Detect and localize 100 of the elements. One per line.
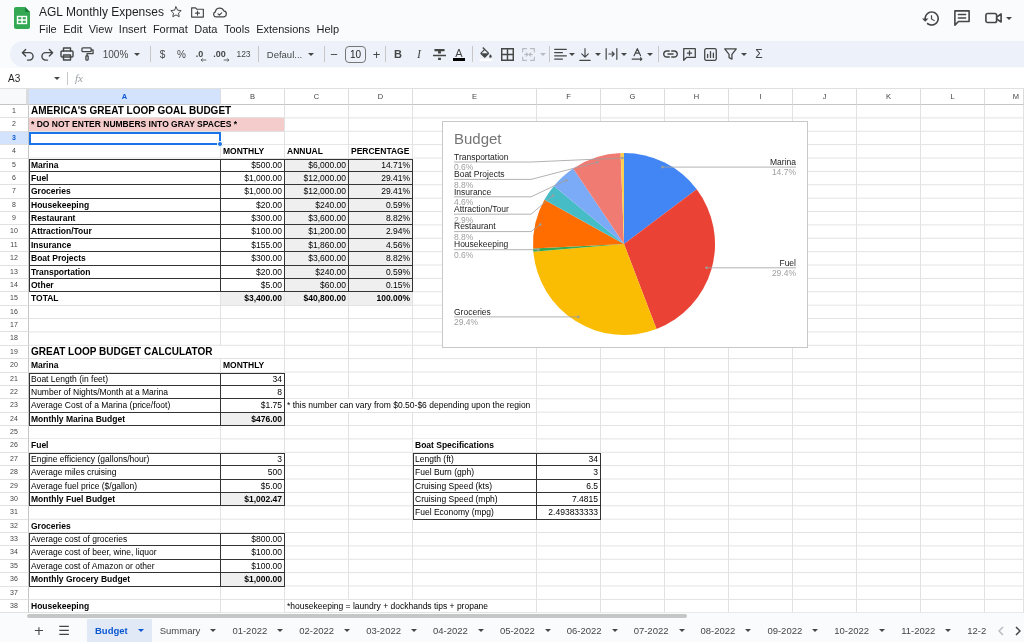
sheet-tab[interactable]: 05-2022 [491, 619, 559, 642]
caret-icon[interactable] [308, 52, 315, 56]
caret-icon[interactable] [210, 629, 217, 633]
zoom-dropdown[interactable]: 100% [100, 44, 143, 64]
undo-icon[interactable] [20, 47, 34, 61]
caret-icon[interactable] [344, 629, 351, 633]
row-label: Average cost of beer, wine, liquor [29, 546, 221, 560]
all-sheets-button[interactable]: ☰ [55, 619, 73, 642]
percent-button[interactable]: % [175, 44, 188, 64]
chart-icon[interactable] [704, 47, 717, 61]
caret-icon[interactable] [945, 629, 952, 633]
caret-icon[interactable] [411, 629, 417, 633]
font-dropdown[interactable]: Defaul... [264, 44, 317, 64]
document-title[interactable]: AGL Monthly Expenses [39, 5, 164, 19]
currency-button[interactable]: $ [157, 44, 168, 64]
add-sheet-button[interactable]: + [30, 619, 48, 642]
sheet-tab[interactable]: Summary [151, 619, 225, 642]
caret-icon[interactable] [678, 629, 685, 633]
fill-color-icon[interactable] [479, 47, 493, 61]
caret-icon[interactable] [137, 629, 144, 633]
sheet-tab[interactable]: 08-2022 [692, 619, 760, 642]
history-icon[interactable] [922, 10, 939, 26]
table-cell: $1,000.00 [221, 573, 285, 587]
strikethrough-icon[interactable] [433, 48, 446, 60]
paint-format-icon[interactable] [80, 47, 94, 61]
sheet-tab[interactable]: 10-2022 [826, 619, 894, 642]
sheet-tab[interactable]: 07-2022 [625, 619, 693, 642]
chart-title: Budget [454, 130, 502, 147]
menu-item[interactable]: File [39, 23, 57, 35]
column-heading: ANNUAL [285, 145, 349, 159]
caret-icon[interactable] [741, 52, 747, 56]
sheet-tab[interactable]: 04-2022 [425, 619, 492, 642]
filter-icon[interactable] [724, 48, 737, 60]
chevron-right-icon[interactable] [1015, 625, 1021, 636]
scrollbar-thumb[interactable] [27, 614, 687, 619]
caret-icon[interactable] [611, 629, 618, 633]
menu-item[interactable]: View [88, 23, 113, 35]
bold-button[interactable]: B [392, 44, 404, 64]
add-comment-icon[interactable] [683, 47, 696, 61]
font-size-field[interactable]: 10 [345, 45, 366, 63]
text-rotate-icon[interactable] [631, 47, 643, 61]
caret-icon[interactable] [1006, 16, 1012, 20]
sheet-tab[interactable]: 02-2022 [291, 619, 359, 642]
caret-icon[interactable] [569, 52, 575, 56]
decrease-font-size-button[interactable]: − [329, 44, 339, 64]
menu-item[interactable]: Data [194, 23, 218, 35]
sheets-logo-icon[interactable] [14, 7, 30, 29]
increase-decimals-button[interactable]: .00 [212, 44, 231, 64]
menu-item[interactable]: Tools [223, 23, 250, 35]
number-format-button[interactable]: 123 [234, 44, 253, 64]
menu-item[interactable]: Help [316, 23, 340, 35]
menu-item[interactable]: Edit [63, 23, 83, 35]
slice-percent: 29.4% [454, 317, 479, 328]
caret-icon[interactable] [277, 629, 284, 633]
redo-icon[interactable] [40, 47, 54, 61]
increase-font-size-button[interactable]: + [371, 44, 382, 64]
italic-button[interactable]: I [415, 44, 423, 64]
caret-icon[interactable] [54, 76, 60, 80]
folder-icon[interactable] [190, 6, 204, 18]
decrease-decimals-button[interactable]: .0 [194, 44, 209, 64]
text-wrap-icon[interactable] [604, 48, 618, 60]
sheet-tab[interactable]: 06-2022 [558, 619, 626, 642]
sheet-tab[interactable]: Budget [87, 619, 152, 642]
menu-item[interactable]: Insert [118, 23, 147, 35]
borders-icon[interactable] [500, 47, 514, 61]
caret-icon[interactable] [544, 629, 551, 633]
sheet-tab[interactable]: 09-2022 [759, 619, 827, 642]
printer-icon[interactable] [60, 47, 74, 61]
sheet-tab[interactable]: 03-2022 [358, 619, 425, 642]
vertical-align-icon[interactable] [579, 47, 591, 61]
caret-icon[interactable] [879, 629, 886, 633]
caret-icon[interactable] [134, 52, 141, 56]
menu-item[interactable]: Extensions [256, 23, 310, 35]
slice-label: Transportation [454, 151, 509, 162]
sheet-tab[interactable]: 01-2022 [224, 619, 292, 642]
sheet-tab[interactable]: 11-2022 [893, 619, 960, 642]
video-camera-icon[interactable] [985, 12, 1002, 24]
caret-icon[interactable] [477, 629, 484, 633]
functions-button[interactable]: Σ [753, 44, 765, 64]
table-cell: 100.00% [349, 292, 413, 306]
caret-icon[interactable] [812, 629, 819, 633]
caret-icon[interactable] [745, 629, 752, 633]
text-color-button[interactable]: A [453, 47, 465, 61]
table-cell: 2.94% [349, 225, 413, 239]
menu-item[interactable]: Format [152, 23, 188, 35]
link-icon[interactable] [663, 50, 678, 58]
align-left-icon[interactable] [553, 47, 567, 61]
caret-icon[interactable] [595, 52, 601, 56]
caret-icon[interactable] [647, 52, 653, 56]
star-icon[interactable] [169, 6, 182, 18]
sheet-tab[interactable]: 12-2 [959, 619, 987, 642]
name-box[interactable]: A3 [0, 72, 46, 84]
table-cell: $1.75 [221, 399, 285, 413]
row-label: Boat Projects [29, 252, 221, 266]
caret-icon[interactable] [621, 52, 627, 56]
table-cell: $3,600.00 [285, 252, 349, 266]
column-heading: MONTHLY [221, 145, 285, 159]
section-heading: Fuel [29, 439, 221, 453]
comment-icon[interactable] [954, 10, 970, 26]
row-label: Groceries [29, 185, 221, 199]
